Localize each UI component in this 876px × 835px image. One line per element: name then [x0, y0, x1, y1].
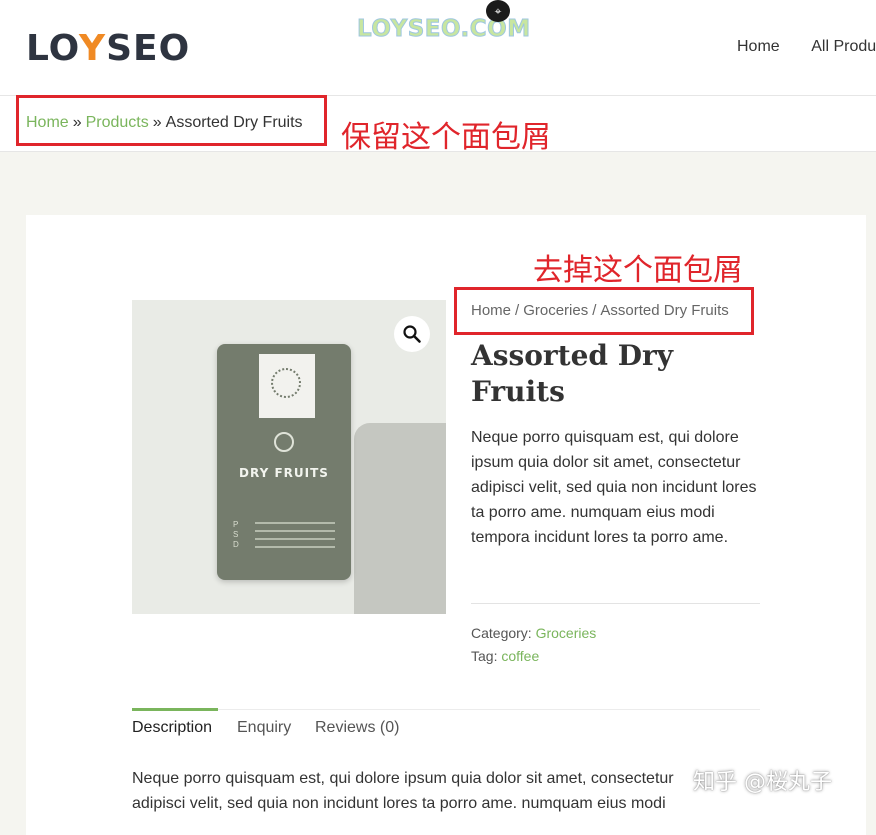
site-header: LOYSEO LOYSEO.COM ⌖ Home All Produ [0, 0, 876, 96]
category-label: Category: [471, 625, 532, 641]
bag-letters: PSD [233, 520, 239, 549]
category-link[interactable]: Groceries [536, 625, 597, 641]
zhihu-watermark: 知乎 @桜丸子 [693, 770, 832, 795]
tab-active-indicator [132, 708, 218, 711]
product-meta: Category: Groceries Tag: coffee [471, 622, 596, 668]
bag-text-lines [255, 522, 335, 554]
search-icon [403, 325, 421, 343]
zoom-button[interactable] [394, 316, 430, 352]
bag-back-shape [354, 423, 446, 614]
leaf-emblem-icon [274, 432, 294, 452]
tab-reviews[interactable]: Reviews (0) [315, 719, 399, 737]
annotation-remove-text: 去掉这个面包屑 [533, 253, 743, 288]
annotation-box-keep [16, 95, 327, 146]
tag-link[interactable]: coffee [501, 648, 539, 664]
main-nav: Home All Produ [737, 38, 876, 56]
product-short-description: Neque porro quisquam est, qui dolore ips… [471, 429, 757, 546]
bag-seal-icon [271, 368, 301, 398]
summary-divider [471, 603, 760, 604]
scan-icon: ⌖ [486, 0, 510, 22]
annotation-box-remove [454, 287, 754, 335]
description-line-2: adipisci velit, sed quia non incidunt lo… [132, 795, 666, 812]
annotation-keep-text: 保留这个面包屑 [341, 120, 551, 155]
site-logo[interactable]: LOYSEO [26, 28, 190, 69]
description-line-1: Neque porro quisquam est, qui dolore ips… [132, 770, 674, 787]
bag-title: DRY FRUITS [239, 466, 329, 480]
nav-item-all-products[interactable]: All Produ [811, 38, 876, 55]
product-bag: DRY FRUITS PSD [217, 344, 351, 580]
tab-description[interactable]: Description [132, 719, 212, 737]
nav-item-home[interactable]: Home [737, 38, 780, 55]
tab-description-content: Neque porro quisquam est, qui dolore ips… [132, 766, 712, 816]
product-title: Assorted Dry Fruits [471, 339, 674, 408]
tab-enquiry[interactable]: Enquiry [237, 719, 291, 737]
tabs-divider [132, 709, 760, 710]
tag-label: Tag: [471, 648, 498, 664]
